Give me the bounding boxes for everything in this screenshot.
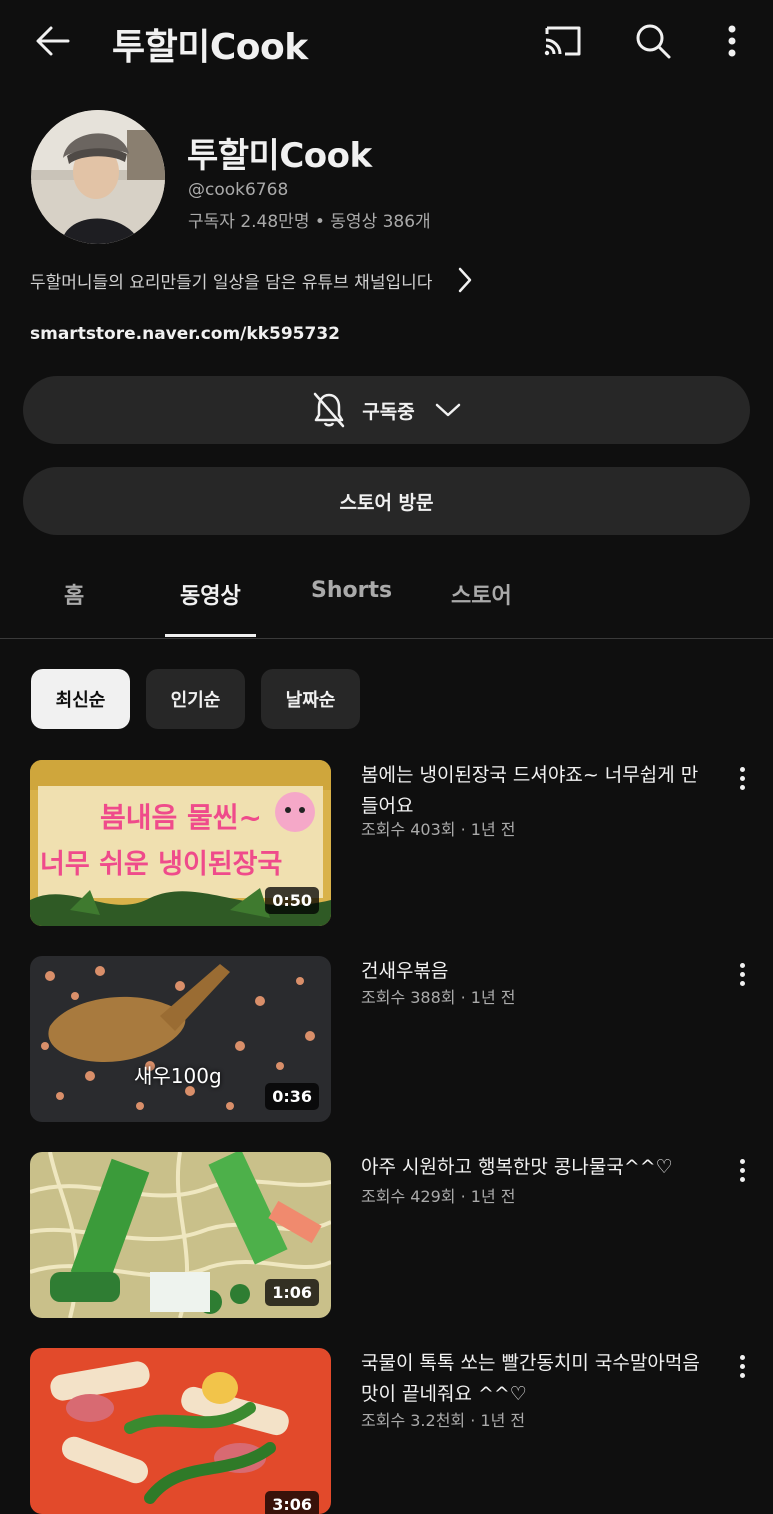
- visit-store-button[interactable]: 스토어 방문: [23, 467, 750, 535]
- video-thumbnail[interactable]: 3:06: [30, 1348, 331, 1514]
- video-title[interactable]: 건새우볶음: [361, 956, 711, 987]
- channel-description-row[interactable]: 두할머니들의 요리만들기 일상을 담은 유튜브 채널입니다: [0, 258, 500, 302]
- more-vert-icon: [740, 776, 745, 781]
- channel-stats: 구독자 2.48만명 • 동영상 386개: [188, 212, 431, 232]
- channel-name: 투할미Cook: [187, 136, 372, 176]
- channel-avatar[interactable]: [31, 110, 165, 244]
- tab-shorts[interactable]: Shorts: [311, 578, 392, 603]
- more-vert-icon: [740, 1159, 745, 1164]
- more-vert-icon: [740, 785, 745, 790]
- more-options-button[interactable]: [716, 18, 748, 64]
- active-tab-indicator: [165, 634, 256, 637]
- video-meta: 조회수 3.2천회 · 1년 전: [361, 1411, 526, 1430]
- chevron-down-icon: [435, 403, 460, 417]
- chevron-right-icon: [458, 267, 472, 293]
- video-duration: 3:06: [265, 1491, 319, 1514]
- visit-store-label: 스토어 방문: [339, 491, 434, 514]
- thumbnail-caption: 새우100g: [134, 1064, 222, 1088]
- tab-videos[interactable]: 동영상: [180, 578, 241, 610]
- thumbnail-caption: 봄내음 물씬~: [100, 801, 263, 834]
- top-app-bar: 투할미Cook: [0, 0, 773, 84]
- back-button[interactable]: [30, 18, 76, 64]
- video-title[interactable]: 국물이 톡톡 쏘는 빨간동치미 국수말아먹음 맛이 끝네줘요 ^^♡: [361, 1348, 711, 1410]
- more-vert-icon: [740, 1355, 745, 1360]
- more-vert-icon: [740, 972, 745, 977]
- search-icon: [636, 24, 671, 59]
- video-thumbnail[interactable]: 새우100g 0:36: [30, 956, 331, 1122]
- bell-off-icon: [314, 392, 345, 428]
- tab-store[interactable]: 스토어: [451, 578, 512, 610]
- more-vert-icon: [728, 25, 736, 57]
- video-more-button[interactable]: [733, 1155, 753, 1185]
- cast-icon: [544, 26, 581, 56]
- channel-handle: @cook6768: [188, 180, 289, 200]
- video-more-button[interactable]: [733, 1351, 753, 1381]
- page-title: 투할미Cook: [112, 27, 308, 68]
- more-vert-icon: [740, 963, 745, 968]
- video-thumbnail[interactable]: 봄내음 물씬~ 너무 쉬운 냉이된장국 0:50: [30, 760, 331, 926]
- tab-divider: [0, 638, 773, 639]
- video-meta: 조회수 388회 · 1년 전: [361, 988, 516, 1007]
- chip-date[interactable]: 날짜순: [261, 669, 360, 729]
- video-more-button[interactable]: [733, 763, 753, 793]
- thumbnail-caption: 너무 쉬운 냉이된장국: [40, 849, 283, 880]
- cast-button[interactable]: [538, 18, 586, 64]
- video-meta: 조회수 429회 · 1년 전: [361, 1187, 516, 1206]
- more-vert-icon: [740, 1373, 745, 1378]
- video-more-button[interactable]: [733, 959, 753, 989]
- video-meta: 조회수 403회 · 1년 전: [361, 820, 516, 839]
- chip-latest[interactable]: 최신순: [31, 669, 130, 729]
- video-thumbnail[interactable]: 1:06: [30, 1152, 331, 1318]
- chip-popular[interactable]: 인기순: [146, 669, 245, 729]
- more-vert-icon: [740, 1364, 745, 1369]
- video-title[interactable]: 아주 시원하고 행복한맛 콩나물국^^♡: [361, 1152, 711, 1183]
- video-title[interactable]: 봄에는 냉이된장국 드셔야죠~ 너무쉽게 만들어요: [361, 760, 711, 822]
- tab-home[interactable]: 홈: [64, 578, 84, 610]
- more-vert-icon: [740, 1177, 745, 1182]
- subscribed-button[interactable]: 구독중: [23, 376, 750, 444]
- subscribed-label: 구독중: [362, 400, 415, 423]
- video-duration: 0:36: [265, 1083, 319, 1110]
- video-duration: 1:06: [265, 1279, 319, 1306]
- channel-link[interactable]: smartstore.naver.com/kk595732: [30, 324, 340, 344]
- back-arrow-icon: [36, 26, 70, 56]
- more-vert-icon: [740, 767, 745, 772]
- search-button[interactable]: [630, 18, 676, 64]
- video-duration: 0:50: [265, 887, 319, 914]
- more-vert-icon: [740, 1168, 745, 1173]
- more-vert-icon: [740, 981, 745, 986]
- channel-description: 두할머니들의 요리만들기 일상을 담은 유튜브 채널입니다: [30, 273, 433, 293]
